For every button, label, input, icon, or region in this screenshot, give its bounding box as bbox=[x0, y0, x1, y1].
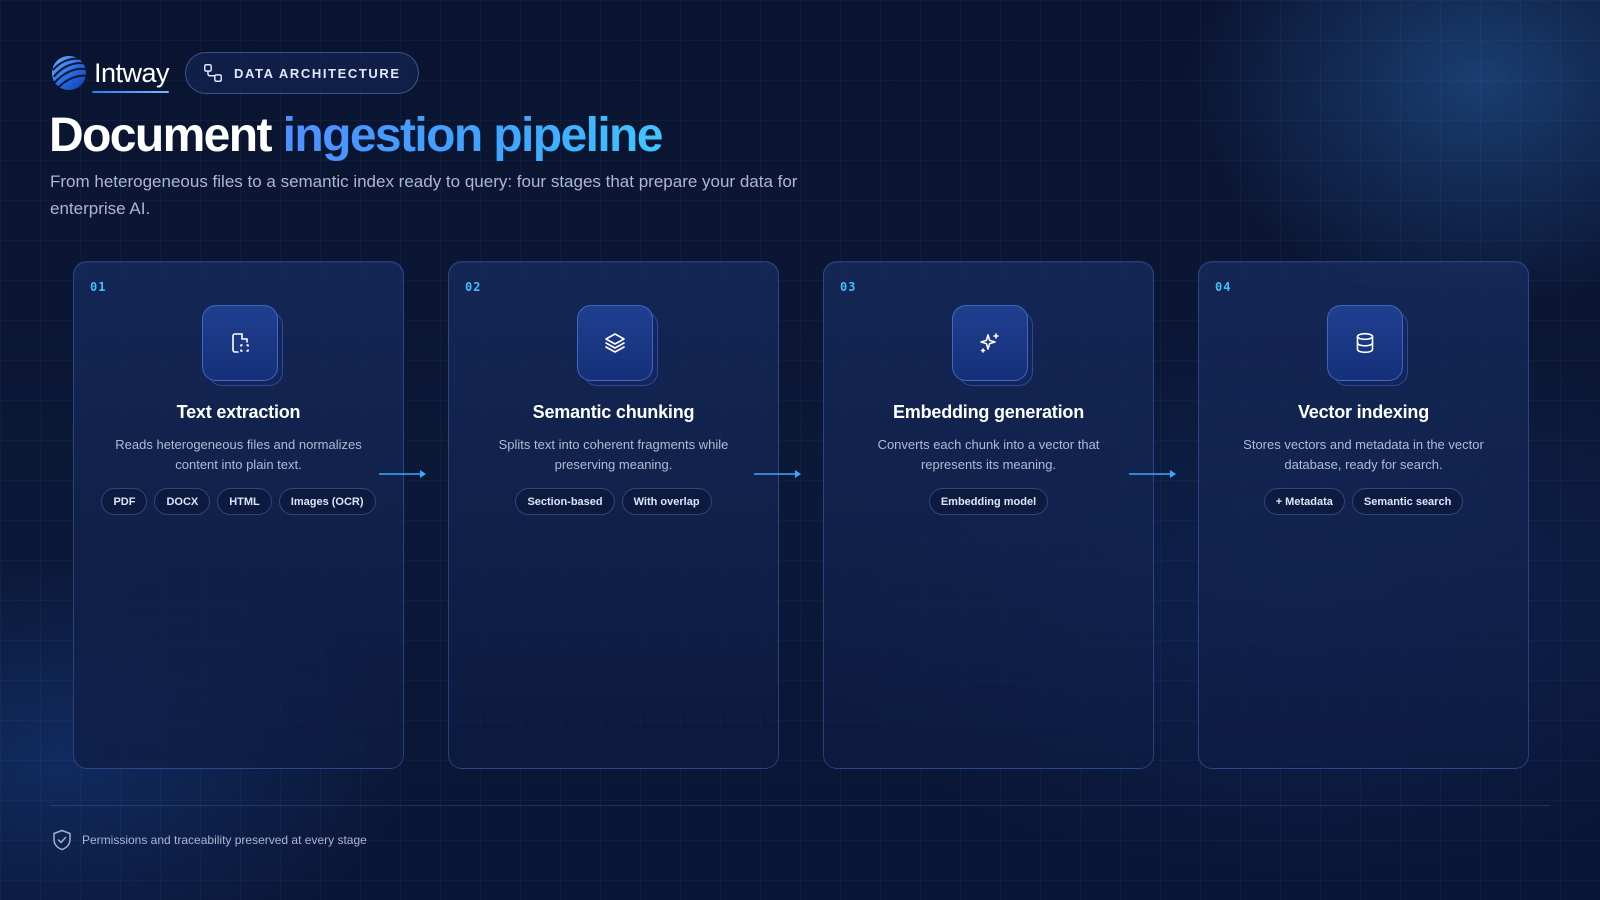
page-subtitle: From heterogeneous files to a semantic i… bbox=[50, 172, 798, 218]
tag-docx: DOCX bbox=[154, 488, 211, 515]
brand-name: Intway bbox=[91, 57, 170, 93]
shield-check-icon bbox=[53, 829, 71, 851]
header: Intway DATA ARCHITECTURE bbox=[50, 52, 419, 94]
globe-logo-icon bbox=[51, 55, 87, 91]
stage-number: 02 bbox=[465, 280, 482, 294]
file-scan-icon bbox=[232, 333, 249, 353]
tag-images-ocr: Images (OCR) bbox=[278, 488, 376, 515]
stage-number: 01 bbox=[90, 280, 107, 294]
page-title: Document ingestion pipeline bbox=[49, 109, 664, 163]
icon-tile-front bbox=[1327, 305, 1403, 381]
arrow-right-icon bbox=[379, 470, 426, 478]
footer-note: Permissions and traceability preserved a… bbox=[82, 833, 367, 847]
database-icon bbox=[1356, 332, 1374, 354]
stage-tags: PDF DOCX HTML Images (OCR) bbox=[74, 488, 403, 515]
arrow-right-icon bbox=[754, 470, 801, 478]
stage-title: Semantic chunking bbox=[532, 402, 695, 422]
stage-card-text-extraction: 01 Text extraction Reads heterogeneous f… bbox=[73, 261, 404, 769]
brand-logo: Intway bbox=[50, 53, 170, 93]
arrow-right-icon bbox=[1129, 470, 1176, 478]
stage-tags: + Metadata Semantic search bbox=[1199, 488, 1528, 515]
stage-card-embedding-generation: 03 Embedding generation Converts each ch… bbox=[823, 261, 1154, 769]
icon-tile-front bbox=[577, 305, 653, 381]
stage-title: Embedding generation bbox=[892, 402, 1084, 422]
stage-icon-tile bbox=[1327, 305, 1409, 387]
stage-tags: Section-based With overlap bbox=[449, 488, 778, 515]
stage-icon-tile bbox=[952, 305, 1034, 387]
tag-html: HTML bbox=[217, 488, 272, 515]
tag-metadata: + Metadata bbox=[1263, 488, 1345, 515]
stage-card-vector-indexing: 04 Vector indexing Stores vectors and me… bbox=[1198, 261, 1529, 769]
sparkles-icon bbox=[980, 333, 999, 353]
stage-icon-tile bbox=[577, 305, 659, 387]
workflow-icon bbox=[204, 64, 223, 82]
section-badge-label: DATA ARCHITECTURE bbox=[234, 65, 401, 81]
stage-title: Text extraction bbox=[176, 402, 301, 422]
footer: Permissions and traceability preserved a… bbox=[52, 829, 367, 851]
stage-description: Stores vectors and metadata in the vecto… bbox=[1243, 437, 1484, 472]
title-accent: ingestion pipeline bbox=[282, 109, 664, 162]
stage-card-semantic-chunking: 02 Semantic chunking Splits text into co… bbox=[448, 261, 779, 769]
stage-title: Vector indexing bbox=[1297, 402, 1430, 422]
tag-pdf: PDF bbox=[101, 488, 148, 515]
stage-description: Converts each chunk into a vector that r… bbox=[877, 437, 1100, 472]
stage-description: Splits text into coherent fragments whil… bbox=[498, 437, 729, 472]
tag-section-based: Section-based bbox=[515, 488, 615, 515]
tag-semantic-search: Semantic search bbox=[1351, 488, 1464, 515]
stage-tags: Embedding model bbox=[824, 488, 1153, 515]
icon-tile-front bbox=[952, 305, 1028, 381]
section-badge: DATA ARCHITECTURE bbox=[185, 52, 419, 94]
footer-divider bbox=[50, 805, 1550, 806]
stage-icon-tile bbox=[202, 305, 284, 387]
tag-with-overlap: With overlap bbox=[621, 488, 712, 515]
stage-description: Reads heterogeneous files and normalizes… bbox=[115, 437, 362, 472]
stage-number: 04 bbox=[1215, 280, 1232, 294]
icon-tile-front bbox=[202, 305, 278, 381]
layers-icon bbox=[605, 333, 625, 353]
tag-embedding-model: Embedding model bbox=[928, 488, 1049, 515]
stage-number: 03 bbox=[840, 280, 857, 294]
title-lead: Document bbox=[49, 109, 272, 162]
